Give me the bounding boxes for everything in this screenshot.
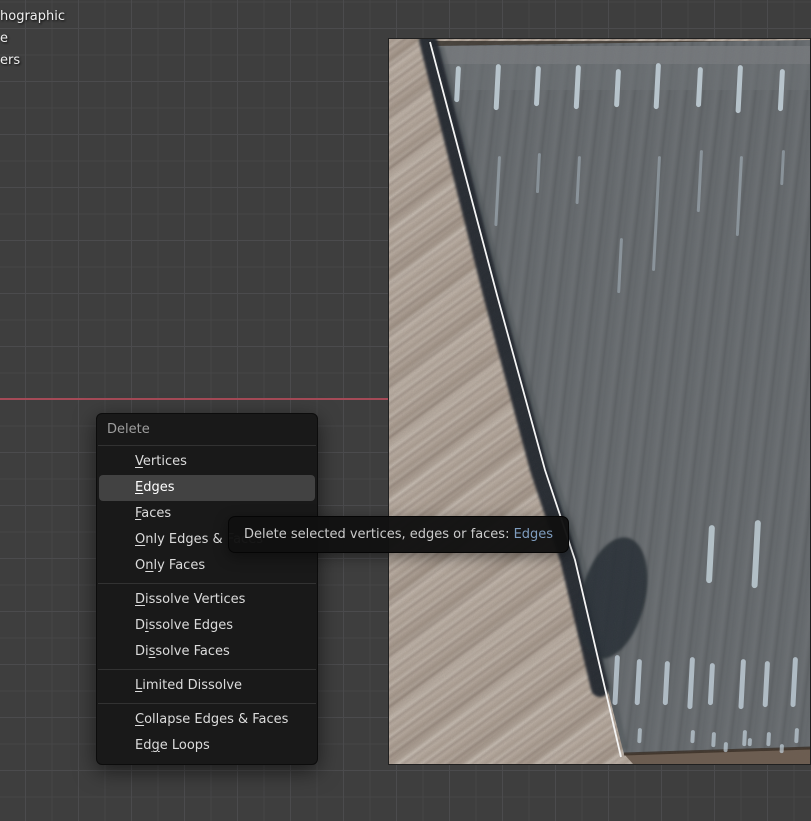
menu-item-only-faces[interactable]: Only Faces	[99, 553, 315, 579]
overlay-units-label: ers	[0, 50, 65, 72]
viewport-overlay-text: hographic e ers	[0, 6, 65, 72]
menu-item-limited-dissolve[interactable]: Limited Dissolve	[99, 673, 315, 699]
menu-item-vertices[interactable]: Vertices	[99, 449, 315, 475]
menu-item-edge-loops[interactable]: Edge Loops	[99, 733, 315, 759]
delete-context-menu: Delete VerticesEdgesFacesOnly Edges & Fa…	[96, 413, 318, 765]
menu-item-dissolve-vertices[interactable]: Dissolve Vertices	[99, 587, 315, 613]
menu-separator	[98, 669, 316, 670]
overlay-view-label: hographic	[0, 6, 65, 28]
tooltip-description: Delete selected vertices, edges or faces…	[244, 527, 514, 542]
menu-item-collapse-edges-faces[interactable]: Collapse Edges & Faces	[99, 707, 315, 733]
delete-menu-items: VerticesEdgesFacesOnly Edges & FacesOnly…	[97, 449, 317, 759]
overlay-scene-label: e	[0, 28, 65, 50]
menu-title-separator	[98, 445, 316, 446]
menu-separator	[98, 583, 316, 584]
menu-separator	[98, 703, 316, 704]
x-axis-line	[0, 398, 389, 400]
blender-3d-viewport[interactable]: hographic e ers	[0, 0, 811, 821]
menu-item-dissolve-faces[interactable]: Dissolve Faces	[99, 639, 315, 665]
reference-image	[388, 38, 811, 765]
menu-item-dissolve-edges[interactable]: Dissolve Edges	[99, 613, 315, 639]
tooltip-value: Edges	[514, 527, 554, 542]
menu-title: Delete	[97, 418, 317, 441]
tooltip: Delete selected vertices, edges or faces…	[228, 516, 569, 553]
menu-item-edges[interactable]: Edges	[99, 475, 315, 501]
